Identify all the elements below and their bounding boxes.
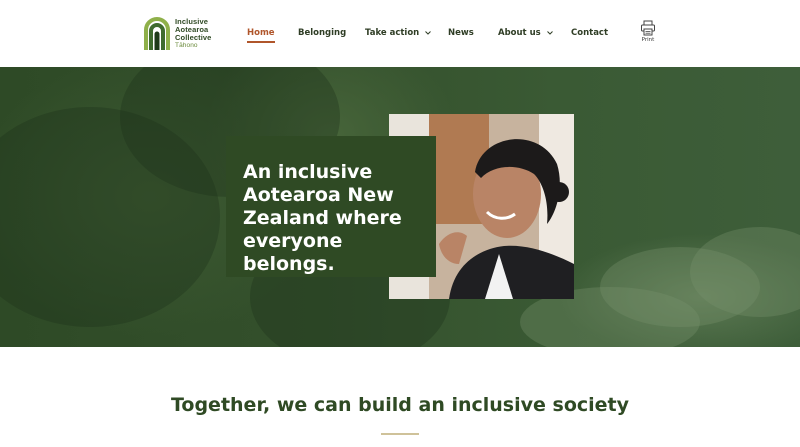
nav-item-label: Contact <box>571 28 609 38</box>
site-header: Inclusive Aotearoa Collective Tāhono Hom… <box>0 0 800 67</box>
chevron-down-icon <box>546 31 553 35</box>
nav-item-label: Belonging <box>298 28 347 38</box>
nav-item-contact[interactable]: Contact <box>571 28 608 38</box>
nav-item-label: About us <box>498 28 541 38</box>
section-divider <box>381 433 419 435</box>
hero-banner: An inclusive Aotearoa New Zealand where … <box>0 67 800 347</box>
section-title: Together, we can build an inclusive soci… <box>170 394 630 416</box>
nav-item-label: Take action <box>365 28 420 38</box>
print-label: Print <box>641 37 655 43</box>
nav-item-take-action[interactable]: Take action <box>365 28 432 38</box>
printer-icon <box>641 20 655 36</box>
nav-item-label: Home <box>247 28 275 38</box>
logo-subline: Tāhono <box>175 42 198 49</box>
print-button[interactable]: Print <box>638 20 658 48</box>
nav-item-about-us[interactable]: About us <box>498 28 553 38</box>
chevron-down-icon <box>425 31 432 35</box>
nav-item-news[interactable]: News <box>448 28 474 38</box>
nav-item-belonging[interactable]: Belonging <box>298 28 346 38</box>
main-nav: Home Belonging Take action News About us… <box>0 28 800 43</box>
nav-item-label: News <box>448 28 474 38</box>
hero-card: An inclusive Aotearoa New Zealand where … <box>226 136 436 277</box>
nav-item-home[interactable]: Home <box>247 28 275 43</box>
hero-title: An inclusive Aotearoa New Zealand where … <box>243 161 402 275</box>
